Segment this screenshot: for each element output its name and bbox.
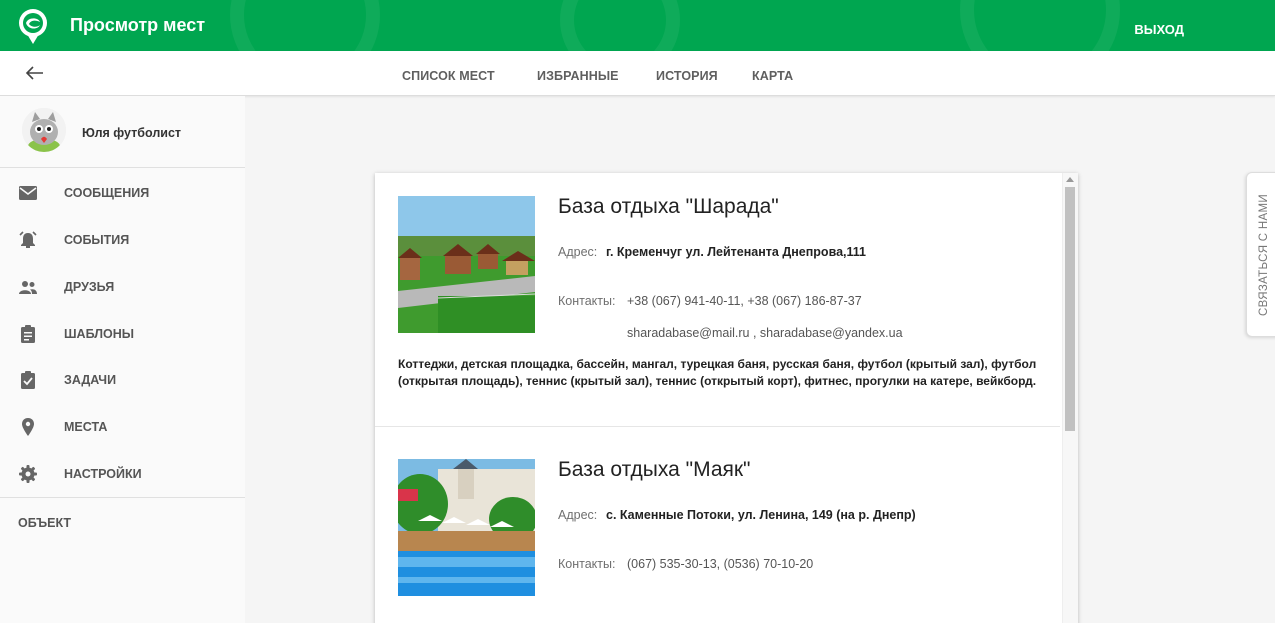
contact-us-label: СВЯЗАТЬСЯ С НАМИ	[1258, 194, 1270, 316]
clipboard-icon	[21, 325, 35, 343]
gear-icon	[19, 465, 37, 483]
sidebar-item-label: НАСТРОЙКИ	[64, 467, 142, 481]
scrollbar-thumb[interactable]	[1065, 187, 1075, 431]
tab-toolbar: СПИСОК МЕСТ ИЗБРАННЫЕ ИСТОРИЯ КАРТА	[0, 51, 1275, 96]
contacts-label: Контакты:	[558, 294, 616, 308]
location-pin-icon	[22, 418, 34, 436]
page-title: Просмотр мест	[70, 15, 206, 35]
sidebar-item-settings[interactable]: НАСТРОЙКИ	[0, 451, 245, 497]
back-arrow-icon[interactable]	[25, 63, 45, 83]
user-name: Юля футболист	[82, 126, 182, 140]
logout-button[interactable]: ВЫХОД	[1134, 22, 1184, 37]
alarm-bell-icon	[19, 231, 37, 248]
address-value: с. Каменные Потоки, ул. Ленина, 149 (на …	[606, 508, 916, 522]
sidebar-item-label: ДРУЗЬЯ	[64, 280, 115, 294]
sidebar-divider	[0, 497, 245, 498]
contact-us-tab[interactable]: СВЯЗАТЬСЯ С НАМИ	[1246, 172, 1275, 337]
place-name[interactable]: База отдыха "Маяк"	[558, 458, 751, 482]
sidebar-item-friends[interactable]: ДРУЗЬЯ	[0, 264, 245, 310]
contacts-label: Контакты:	[558, 557, 616, 571]
address-label: Адрес:	[558, 508, 598, 522]
clipboard-check-icon	[21, 371, 35, 389]
scroll-up-arrow-icon[interactable]	[1066, 177, 1074, 182]
phones-value: (067) 535-30-13, (0536) 70-10-20	[627, 557, 814, 571]
sidebar-item-label: ШАБЛОНЫ	[64, 327, 135, 341]
sidebar-item-label: МЕСТА	[64, 420, 108, 434]
sidebar-item-label: СОБЫТИЯ	[64, 233, 130, 247]
resort-photo-image	[398, 459, 535, 596]
sidebar-item-tasks[interactable]: ЗАДАЧИ	[0, 357, 245, 403]
sidebar-item-messages[interactable]: СООБЩЕНИЯ	[0, 170, 245, 216]
address-label: Адрес:	[558, 245, 598, 259]
app-logo-icon	[19, 9, 47, 44]
sidebar-item-events[interactable]: СОБЫТИЯ	[0, 217, 245, 263]
place-name[interactable]: База отдыха "Шарада"	[558, 195, 779, 219]
tab-places-list[interactable]: СПИСОК МЕСТ	[402, 69, 495, 83]
sidebar-item-label: СООБЩЕНИЯ	[64, 186, 150, 200]
tab-history[interactable]: ИСТОРИЯ	[656, 69, 718, 83]
sidebar-item-label: ЗАДАЧИ	[64, 373, 117, 387]
cat-avatar-icon	[22, 108, 66, 152]
user-profile[interactable]: Юля футболист	[0, 96, 245, 168]
phones-value: +38 (067) 941-40-11, +38 (067) 186-87-37	[627, 294, 862, 308]
sidebar-item-places[interactable]: МЕСТА	[0, 404, 245, 450]
header-decoration	[230, 0, 380, 51]
place-divider	[375, 426, 1060, 427]
scrollbar[interactable]	[1062, 173, 1078, 623]
place-photo[interactable]	[398, 196, 535, 333]
tab-favorites[interactable]: ИЗБРАННЫЕ	[537, 69, 619, 83]
app-header: Просмотр мест ВЫХОД	[0, 0, 1275, 51]
mail-icon	[19, 186, 37, 200]
sidebar-section-object[interactable]: ОБЪЕКТ	[18, 516, 71, 530]
sidebar-item-templates[interactable]: ШАБЛОНЫ	[0, 311, 245, 357]
emails-value: sharadabase@mail.ru , sharadabase@yandex…	[627, 326, 903, 340]
address-value: г. Кременчуг ул. Лейтенанта Днепрова,111	[606, 245, 866, 259]
header-decoration	[960, 0, 1120, 51]
people-icon	[19, 281, 37, 294]
avatar	[22, 108, 66, 152]
resort-photo-image	[398, 196, 535, 333]
tab-map[interactable]: КАРТА	[752, 69, 793, 83]
place-photo[interactable]	[398, 459, 535, 596]
place-description: Коттеджи, детская площадка, бассейн, ман…	[398, 357, 1037, 388]
header-decoration	[560, 0, 680, 51]
places-list-panel: База отдыха "Шарада" Адрес: г. Кременчуг…	[375, 173, 1078, 623]
sidebar: Юля футболист СООБЩЕНИЯ СОБЫТИЯ ДРУЗЬЯ Ш…	[0, 96, 245, 623]
